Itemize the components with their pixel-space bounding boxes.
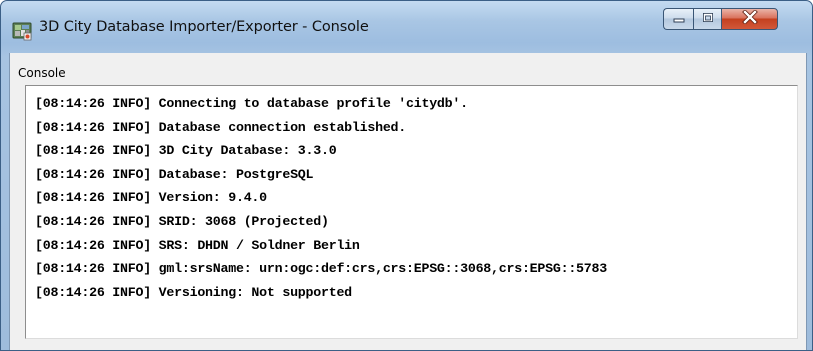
console-panel-label: Console	[18, 66, 66, 80]
log-line: [08:14:26 INFO] Version: 9.4.0	[35, 190, 267, 206]
minimize-icon	[673, 10, 685, 28]
title-bar[interactable]: 3D City Database Importer/Exporter - Con…	[1, 1, 812, 51]
caption-buttons	[663, 8, 778, 30]
log-line: [08:14:26 INFO] 3D City Database: 3.3.0	[35, 143, 337, 159]
log-line: [08:14:26 INFO] SRID: 3068 (Projected)	[35, 213, 329, 229]
maximize-icon	[702, 10, 714, 28]
app-globe-icon[interactable]	[12, 21, 32, 41]
log-line: [08:14:26 INFO] Database connection esta…	[35, 119, 407, 135]
log-line: [08:14:26 INFO] Versioning: Not supporte…	[35, 284, 352, 300]
log-line: [08:14:26 INFO] Connecting to database p…	[35, 96, 468, 111]
window-title: 3D City Database Importer/Exporter - Con…	[39, 19, 369, 35]
log-lines: [08:14:26 INFO] Connecting to database p…	[35, 92, 607, 304]
log-line: [08:14:26 INFO] SRS: DHDN / Soldner Berl…	[35, 237, 360, 253]
close-button[interactable]	[721, 8, 778, 30]
close-icon	[741, 8, 758, 29]
log-line: [08:14:26 INFO] gml:srsName: urn:ogc:def…	[35, 261, 607, 277]
console-output[interactable]: [08:14:26 INFO] Connecting to database p…	[25, 85, 798, 339]
maximize-button[interactable]	[693, 8, 721, 30]
log-line: [08:14:26 INFO] Database: PostgreSQL	[35, 166, 314, 182]
minimize-button[interactable]	[663, 8, 693, 30]
